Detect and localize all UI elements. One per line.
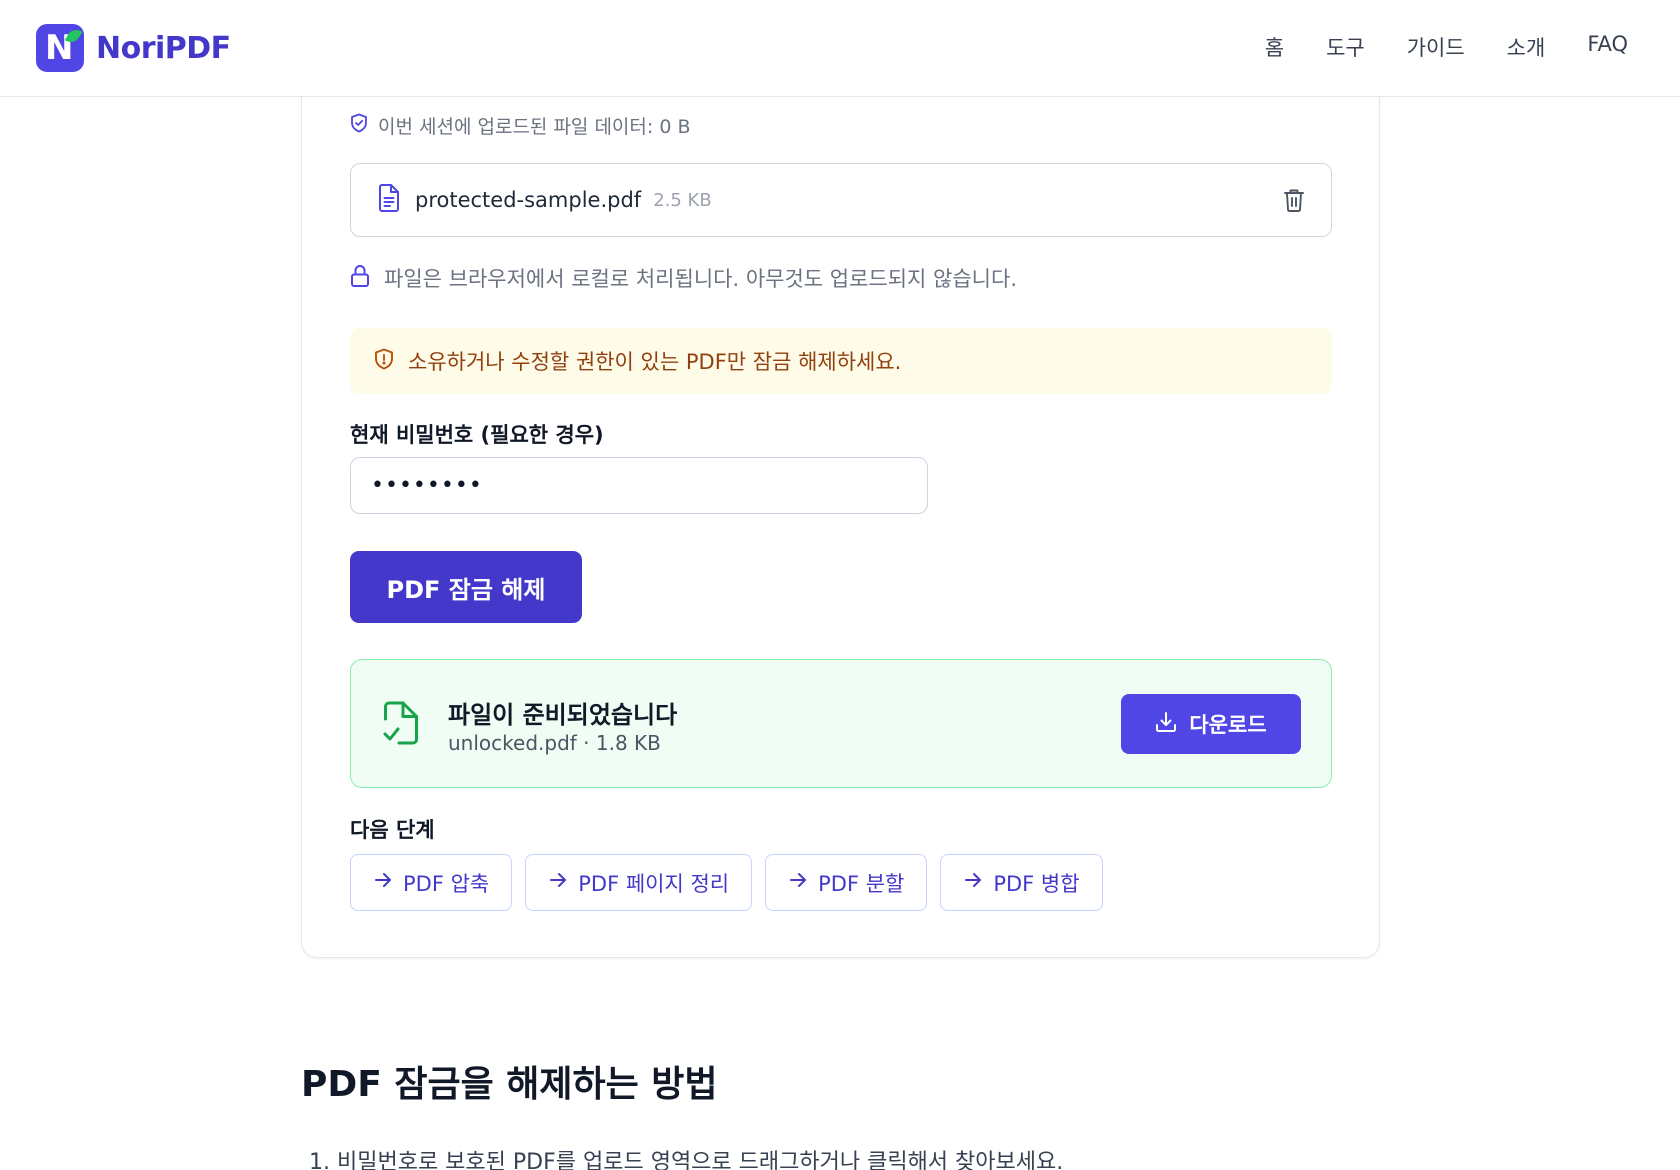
nav-faq[interactable]: FAQ bbox=[1587, 32, 1628, 62]
next-step-label: PDF 병합 bbox=[993, 871, 1080, 896]
download-button[interactable]: 다운로드 bbox=[1121, 694, 1301, 754]
trash-icon[interactable] bbox=[1283, 188, 1305, 212]
file-name: protected-sample.pdf bbox=[415, 188, 642, 212]
next-step-split[interactable]: PDF 분할 bbox=[765, 854, 928, 911]
next-steps-list: PDF 압축 PDF 페이지 정리 PDF 분할 PDF 병합 bbox=[350, 854, 1103, 911]
howto-step: 1. 비밀번호로 보호된 PDF를 업로드 영역으로 드래그하거나 클릭해서 찾… bbox=[309, 1150, 1064, 1170]
local-processing-note: 파일은 브라우저에서 로컬로 처리됩니다. 아무것도 업로드되지 않습니다. bbox=[350, 263, 1017, 293]
result-title: 파일이 준비되었습니다 bbox=[448, 701, 678, 729]
lock-icon bbox=[350, 264, 370, 293]
nav-guide[interactable]: 가이드 bbox=[1407, 32, 1465, 62]
download-icon bbox=[1155, 711, 1177, 738]
next-step-label: PDF 분할 bbox=[818, 871, 905, 896]
result-file-info: unlocked.pdf · 1.8 KB bbox=[448, 731, 661, 755]
result-panel: 파일이 준비되었습니다 unlocked.pdf · 1.8 KB 다운로드 bbox=[350, 659, 1332, 788]
brand-logo[interactable]: N NoriPDF bbox=[36, 24, 231, 72]
next-step-organize[interactable]: PDF 페이지 정리 bbox=[525, 854, 753, 911]
arrow-right-icon bbox=[548, 870, 568, 895]
warning-text: 소유하거나 수정할 권한이 있는 PDF만 잠금 해제하세요. bbox=[408, 350, 902, 374]
next-step-compress[interactable]: PDF 압축 bbox=[350, 854, 513, 911]
password-label: 현재 비밀번호 (필요한 경우) bbox=[350, 423, 604, 447]
nav-tools[interactable]: 도구 bbox=[1326, 32, 1365, 62]
file-size: 2.5 KB bbox=[653, 189, 712, 211]
local-note-text: 파일은 브라우저에서 로컬로 처리됩니다. 아무것도 업로드되지 않습니다. bbox=[384, 267, 1017, 291]
site-header: N NoriPDF 홈 도구 가이드 소개 FAQ bbox=[0, 0, 1680, 97]
password-input[interactable] bbox=[350, 457, 928, 514]
document-icon bbox=[377, 184, 401, 216]
session-data-info: 이번 세션에 업로드된 파일 데이터: 0 B bbox=[350, 112, 690, 139]
nav-about[interactable]: 소개 bbox=[1507, 32, 1546, 62]
permission-warning: 소유하거나 수정할 권한이 있는 PDF만 잠금 해제하세요. bbox=[350, 328, 1332, 394]
arrow-right-icon bbox=[373, 870, 393, 895]
unlock-pdf-button[interactable]: PDF 잠금 해제 bbox=[350, 551, 582, 623]
next-steps-label: 다음 단계 bbox=[350, 818, 435, 842]
brand-name: NoriPDF bbox=[96, 30, 231, 66]
uploaded-file-row: protected-sample.pdf 2.5 KB bbox=[350, 163, 1332, 237]
shield-check-icon bbox=[350, 113, 368, 138]
next-step-merge[interactable]: PDF 병합 bbox=[940, 854, 1103, 911]
next-step-label: PDF 압축 bbox=[403, 871, 490, 896]
arrow-right-icon bbox=[963, 870, 983, 895]
download-label: 다운로드 bbox=[1189, 713, 1267, 737]
nav-home[interactable]: 홈 bbox=[1265, 32, 1284, 62]
file-check-icon bbox=[383, 701, 419, 749]
howto-heading: PDF 잠금을 해제하는 방법 bbox=[301, 1064, 718, 1105]
shield-alert-icon bbox=[374, 348, 394, 375]
arrow-right-icon bbox=[788, 870, 808, 895]
next-step-label: PDF 페이지 정리 bbox=[578, 871, 730, 896]
logo-mark-icon: N bbox=[36, 24, 84, 72]
main-nav: 홈 도구 가이드 소개 FAQ bbox=[1265, 32, 1628, 62]
session-data-text: 이번 세션에 업로드된 파일 데이터: 0 B bbox=[378, 116, 691, 138]
